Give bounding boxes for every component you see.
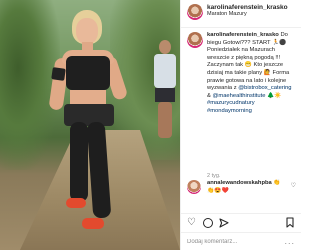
comment-text: annalewandowskahpba 👏👏😍❤️ — [207, 180, 287, 195]
heart-icon[interactable]: ♡ — [187, 218, 196, 228]
mention-maehealth[interactable]: @maehealthinstitute — [213, 93, 266, 99]
main-runner — [48, 6, 132, 250]
background-runner-shirt — [154, 54, 176, 88]
runner-armband — [51, 67, 66, 81]
post-side-panel: karolinaferenstein_krasko Maraton Mazury… — [180, 0, 301, 250]
post-time-ago: 2 tyg. — [207, 173, 221, 179]
mention-bistrobox[interactable]: @bistrobox_catering — [238, 85, 291, 91]
caption-username[interactable]: karolinaferenstein_krasko — [207, 32, 279, 38]
comment-icon[interactable] — [203, 218, 213, 228]
runner-waist-jacket — [64, 104, 114, 126]
caption-emoji-sun: ☀️ — [274, 92, 282, 99]
share-icon[interactable] — [219, 218, 229, 228]
post-photo[interactable] — [0, 0, 180, 250]
commenter-username[interactable]: annalewandowskahpba — [207, 180, 272, 186]
author-avatar[interactable] — [187, 4, 203, 20]
post-actions: ♡ — [181, 213, 301, 231]
comment-emoji-4: ❤️ — [221, 187, 229, 194]
comment-row: annalewandowskahpba 👏👏😍❤️ ♡ — [181, 180, 301, 195]
post-header: karolinaferenstein_krasko Maraton Mazury — [181, 0, 301, 28]
author-info: karolinaferenstein_krasko Maraton Mazury — [207, 4, 288, 18]
commenter-avatar[interactable] — [187, 180, 201, 194]
bookmark-icon[interactable] — [286, 217, 294, 228]
runner-face — [76, 18, 98, 44]
comment-emoji-1: 👏 — [273, 180, 281, 186]
runner-left-shoe — [66, 198, 86, 208]
runner-right-shoe — [82, 218, 104, 229]
background-runner-head — [159, 40, 171, 54]
hashtag-mondaymorning[interactable]: #mondaymorning — [207, 108, 252, 114]
background-runner-shorts — [155, 88, 175, 102]
background-runner — [152, 40, 178, 150]
comment-like-icon[interactable]: ♡ — [291, 182, 296, 189]
caption-author-avatar[interactable] — [187, 32, 203, 48]
post-location[interactable]: Maraton Mazury — [207, 11, 288, 17]
comment-input[interactable] — [187, 238, 273, 245]
comment-box: ... — [181, 232, 301, 250]
instagram-post: karolinaferenstein_krasko Maraton Mazury… — [0, 0, 301, 250]
hashtag-mazurycudnatury[interactable]: #mazurycudnatury — [207, 100, 255, 106]
background-runner-legs — [158, 102, 172, 138]
runner-right-leg — [86, 121, 112, 219]
caption-text: Do biegu Gotowi??? START 🏃⚫ Poniedziałek… — [207, 32, 290, 92]
runner-sports-top — [66, 56, 110, 90]
author-username[interactable]: karolinaferenstein_krasko — [207, 4, 288, 11]
runner-left-leg — [70, 122, 88, 202]
more-options-icon[interactable]: ... — [284, 237, 295, 246]
post-caption: karolinaferenstein_krasko Do biegu Gotow… — [207, 32, 297, 116]
caption-amp: & — [207, 92, 211, 99]
caption-row: karolinaferenstein_krasko Do biegu Gotow… — [181, 32, 301, 116]
